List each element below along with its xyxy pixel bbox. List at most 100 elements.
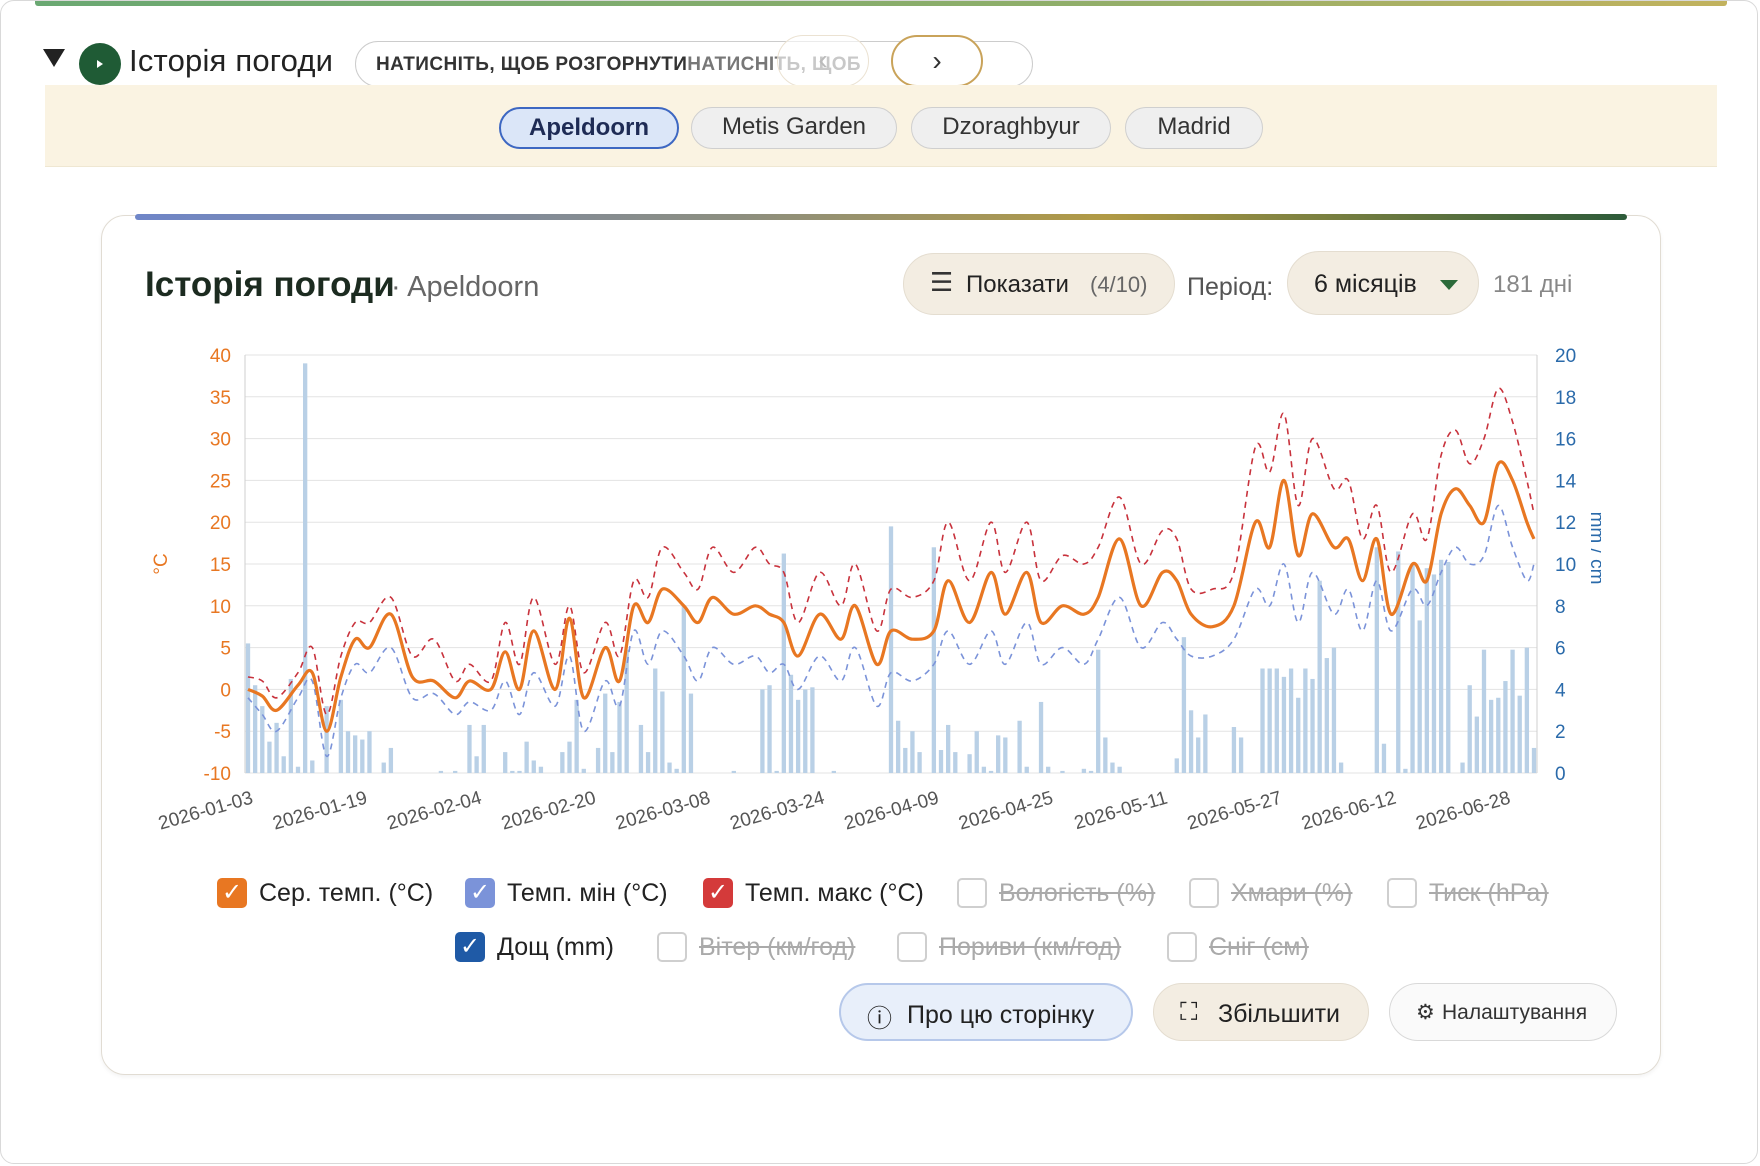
rain-bar bbox=[974, 731, 979, 773]
rain-bar bbox=[1460, 762, 1465, 773]
location-chip-metis-garden[interactable]: Metis Garden bbox=[691, 107, 897, 149]
rain-bar bbox=[1317, 580, 1322, 773]
rain-bar bbox=[510, 770, 515, 773]
checkbox-checked-icon[interactable]: ✓ bbox=[465, 878, 495, 908]
location-chip-apeldoorn[interactable]: Apeldoorn bbox=[499, 107, 679, 149]
show-series-label: Показати bbox=[966, 271, 1069, 298]
rain-bar bbox=[1003, 737, 1008, 773]
rain-bar bbox=[1296, 697, 1301, 773]
show-series-button[interactable]: ☰ Показати (4/10) bbox=[903, 253, 1175, 315]
rain-bar bbox=[953, 752, 958, 773]
rain-bar bbox=[1510, 649, 1515, 773]
rain-bar bbox=[360, 739, 365, 773]
weather-history-panel: Історія погоди НАТИСНІТЬ, ЩОБ РОЗГОРНУТИ… bbox=[0, 0, 1758, 1164]
rain-bar bbox=[1488, 699, 1494, 773]
rain-bar bbox=[1410, 564, 1415, 773]
x-tick-label: 2026-02-04 bbox=[385, 788, 485, 835]
checkbox-unchecked-icon[interactable] bbox=[657, 932, 687, 962]
rain-bar bbox=[1203, 714, 1208, 773]
prev-arrow-button[interactable]: ‹ bbox=[777, 35, 869, 87]
period-label: Період: bbox=[1187, 273, 1274, 301]
checkbox-checked-icon[interactable]: ✓ bbox=[217, 878, 247, 908]
rain-bar bbox=[1117, 766, 1122, 773]
rain-bar bbox=[1324, 658, 1329, 773]
checkbox-unchecked-icon[interactable] bbox=[957, 878, 987, 908]
rain-bar bbox=[1417, 620, 1422, 773]
rain-bar bbox=[367, 731, 372, 773]
y-left-tick-label: 20 bbox=[210, 513, 231, 534]
checkbox-unchecked-icon[interactable] bbox=[1189, 878, 1219, 908]
y-right-tick-label: 16 bbox=[1555, 430, 1576, 451]
rain-bar bbox=[645, 752, 651, 773]
rain-bar bbox=[1267, 668, 1272, 773]
section-title[interactable]: Історія погоди bbox=[129, 43, 333, 79]
rain-bar bbox=[1331, 647, 1337, 773]
days-count: 181 дні bbox=[1493, 271, 1573, 298]
rain-bar bbox=[1096, 649, 1101, 773]
y-left-axis-title: °C bbox=[151, 553, 172, 574]
checkbox-checked-icon[interactable]: ✓ bbox=[455, 932, 485, 962]
rain-bar bbox=[803, 689, 808, 773]
location-chip-dzoraghbyur[interactable]: Dzoraghbyur bbox=[911, 107, 1111, 149]
checkbox-unchecked-icon[interactable] bbox=[897, 932, 927, 962]
rain-bar bbox=[1431, 574, 1437, 773]
x-tick-label: 2026-06-12 bbox=[1299, 788, 1398, 835]
play-icon[interactable] bbox=[79, 43, 121, 85]
rain-bar bbox=[295, 766, 301, 773]
weather-chart[interactable]: -10 -5 0 5 10 15 20 25 30 35 40 0 2 4 6 8 10 12 14 16 18 20 °C… bbox=[131, 331, 1601, 851]
rain-bar bbox=[1060, 770, 1065, 773]
rain-bar bbox=[1438, 559, 1444, 773]
rain-bar bbox=[1338, 762, 1344, 773]
rain-bar bbox=[581, 768, 586, 773]
rain-bar bbox=[1531, 747, 1537, 773]
rain-bar bbox=[1446, 561, 1451, 773]
rain-bar bbox=[653, 668, 658, 773]
period-select[interactable]: 6 місяців bbox=[1287, 251, 1479, 315]
rain-bar bbox=[474, 756, 479, 773]
rain-bar bbox=[967, 754, 972, 773]
rain-bar bbox=[1274, 668, 1279, 773]
next-arrow-button[interactable]: › bbox=[891, 35, 983, 87]
rain-bar bbox=[531, 760, 536, 773]
rain-bar bbox=[267, 741, 272, 773]
rain-bar bbox=[1310, 678, 1315, 773]
checkbox-checked-icon[interactable]: ✓ bbox=[703, 878, 733, 908]
rain-bar bbox=[1467, 685, 1472, 773]
rain-bar bbox=[1260, 668, 1265, 773]
rain-bar bbox=[574, 699, 579, 773]
checkbox-unchecked-icon[interactable] bbox=[1387, 878, 1417, 908]
y-left-tick-label: 15 bbox=[210, 555, 231, 576]
rain-bar bbox=[638, 724, 644, 773]
rain-bar bbox=[438, 770, 444, 773]
checkbox-unchecked-icon[interactable] bbox=[1167, 932, 1197, 962]
x-tick-label: 2026-01-19 bbox=[270, 788, 369, 835]
location-chip-madrid[interactable]: Madrid bbox=[1125, 107, 1263, 149]
rain-bar bbox=[252, 685, 258, 773]
rain-bar bbox=[1231, 727, 1237, 773]
settings-button[interactable]: ⚙ Налаштування bbox=[1389, 983, 1617, 1041]
rain-bar bbox=[788, 674, 794, 773]
y-left-tick-label: 0 bbox=[220, 680, 231, 701]
rain-bar bbox=[245, 643, 251, 773]
rain-bar bbox=[1174, 758, 1179, 773]
rain-bar bbox=[1524, 647, 1530, 773]
y-right-tick-label: 0 bbox=[1555, 764, 1566, 785]
collapse-triangle-icon[interactable] bbox=[43, 49, 65, 67]
about-page-button[interactable]: ⓘ Про цю сторінку bbox=[839, 983, 1133, 1041]
rain-bar bbox=[1496, 697, 1501, 773]
gear-icon: ⚙ bbox=[1416, 1001, 1435, 1024]
rain-bar bbox=[353, 735, 358, 773]
rain-bar bbox=[381, 762, 386, 773]
x-tick-label: 2026-02-20 bbox=[499, 788, 598, 835]
rain-bar bbox=[1381, 743, 1387, 773]
y-left-tick-label: -10 bbox=[204, 764, 231, 785]
x-tick-label: 2026-06-28 bbox=[1414, 788, 1513, 835]
zoom-button[interactable]: ⛶ Збільшити bbox=[1153, 983, 1369, 1041]
rain-bar bbox=[981, 766, 987, 773]
info-icon: ⓘ bbox=[867, 1005, 893, 1033]
rain-bar bbox=[517, 770, 522, 773]
rain-bar bbox=[524, 741, 529, 773]
rain-bar bbox=[760, 689, 765, 773]
rain-bar bbox=[831, 770, 836, 773]
y-right-tick-label: 2 bbox=[1555, 722, 1566, 743]
